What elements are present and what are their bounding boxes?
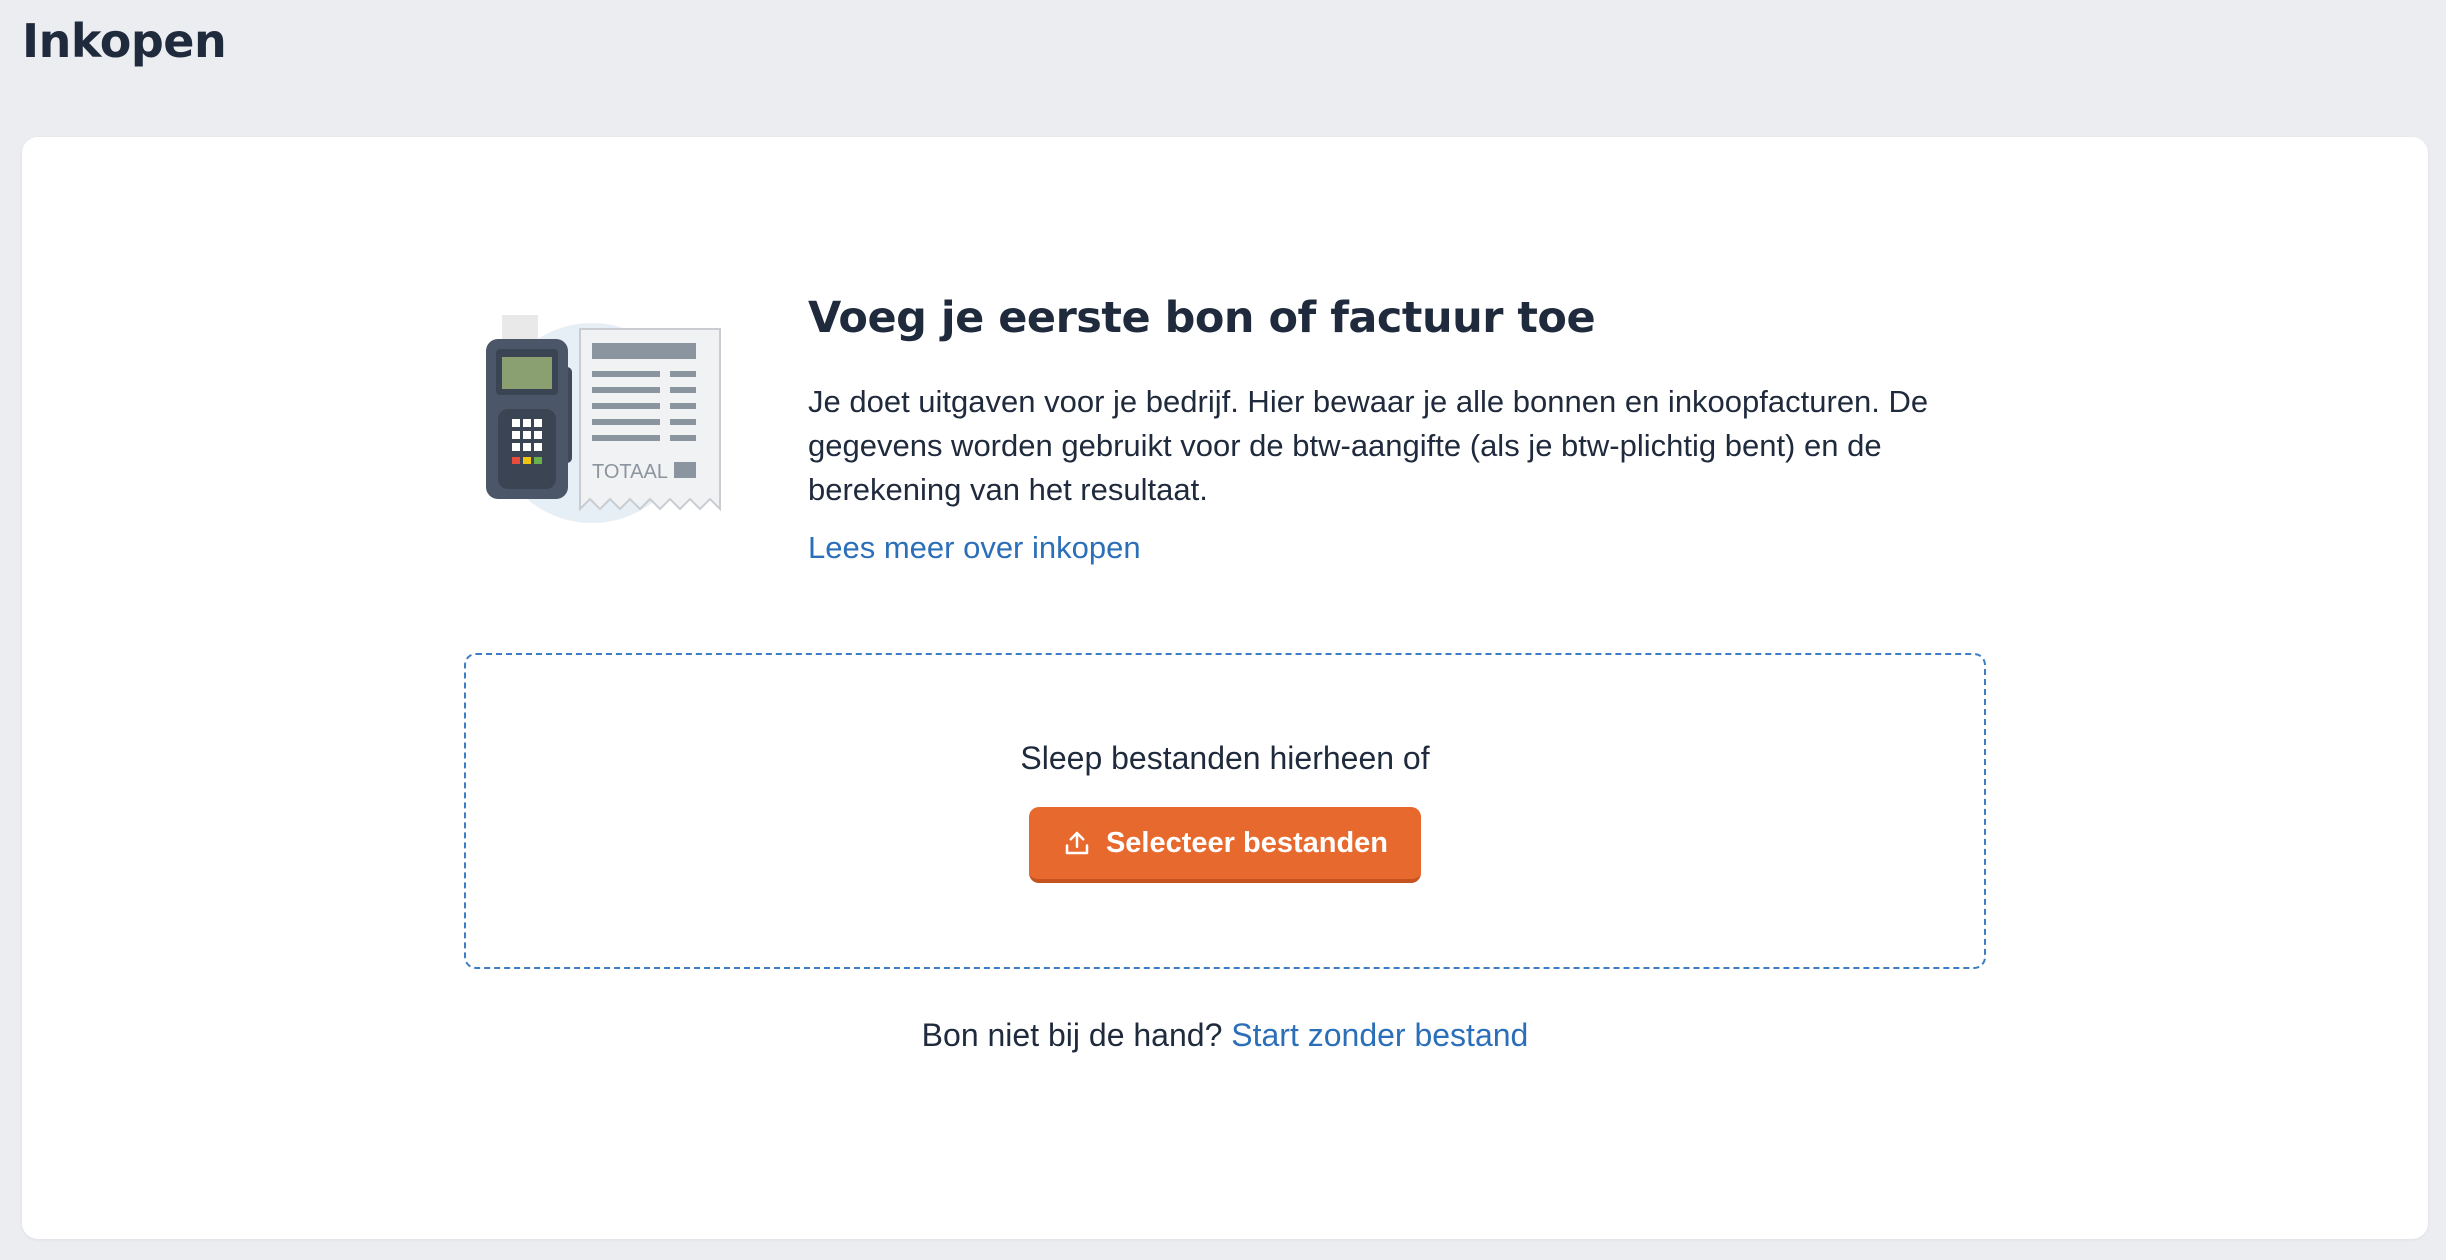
payment-terminal-receipt-illustration: TOTAAL [486,315,721,523]
page-title: Inkopen [22,14,227,68]
empty-state-description: Je doet uitgaven voor je bedrijf. Hier b… [808,384,1929,507]
receipt-total-label: TOTAAL [592,461,668,483]
no-file-question: Bon niet bij de hand? [921,1017,1223,1053]
dropzone-hint: Sleep bestanden hierheen of [1020,740,1430,776]
intro-text: Voeg je eerste bon of factuur toe Je doe… [808,297,2008,566]
select-files-label: Selecteer bestanden [1105,826,1389,859]
no-file-prompt: Bon niet bij de hand? Start zonder besta… [22,1017,2428,1054]
main-card: TOTAAL Voeg je eerste bon of factuur toe… [22,137,2428,1239]
file-dropzone[interactable]: Sleep bestanden hierheen of Selecteer be… [464,653,1986,969]
select-files-button[interactable]: Selecteer bestanden [1029,807,1421,883]
empty-state-intro: TOTAAL Voeg je eerste bon of factuur toe… [462,297,2002,597]
learn-more-link[interactable]: Lees meer over inkopen [808,530,1141,566]
empty-state-heading: Voeg je eerste bon of factuur toe [808,293,1596,343]
start-without-file-link[interactable]: Start zonder bestand [1231,1017,1528,1053]
upload-icon [1065,831,1089,855]
